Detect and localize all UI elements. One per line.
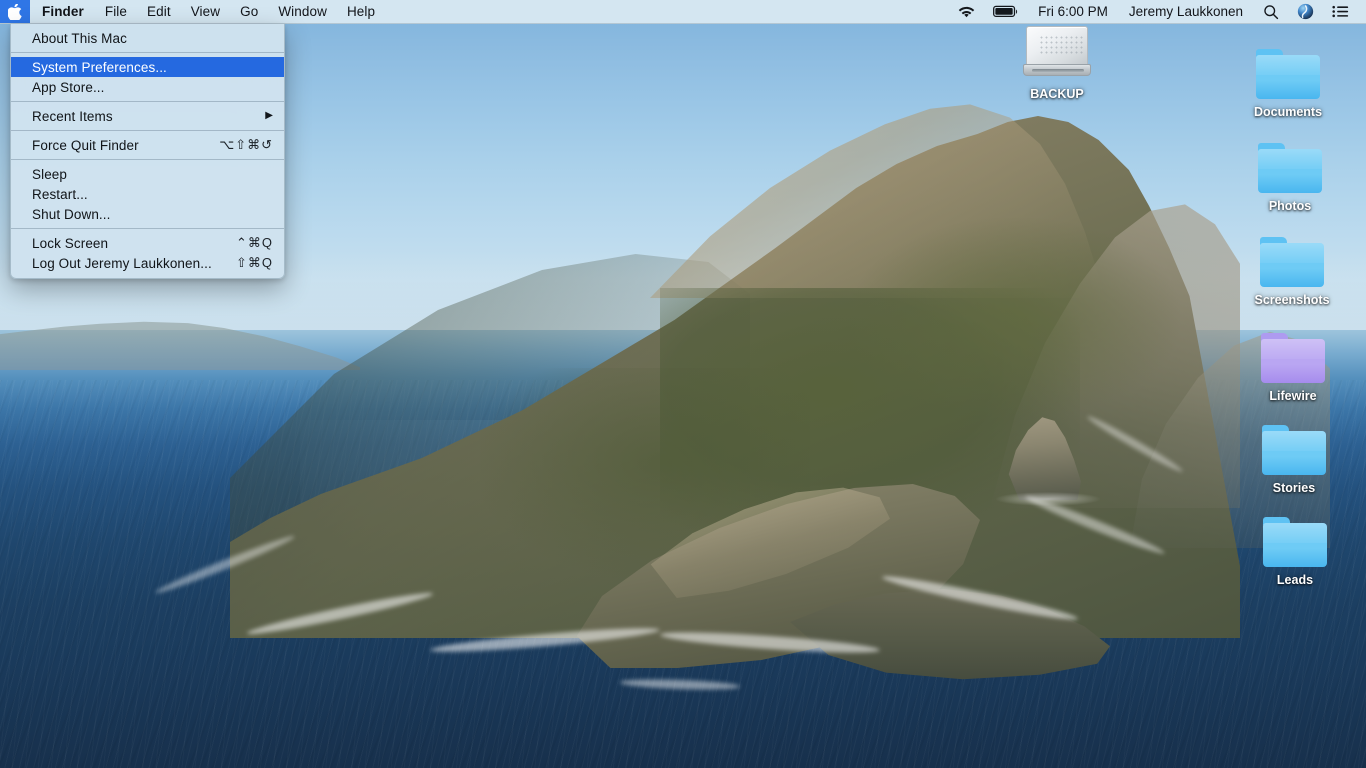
menu-bar-app-name[interactable]: Finder (30, 0, 95, 23)
menu-bar-item-edit[interactable]: Edit (137, 0, 181, 23)
menu-item-recent-items[interactable]: Recent Items ▶ (11, 106, 284, 126)
menu-item-label: Restart... (32, 186, 88, 202)
desktop-icon-label: BACKUP (1030, 87, 1084, 101)
folder-icon (1258, 142, 1322, 194)
menu-item-shut-down[interactable]: Shut Down... (11, 204, 284, 224)
search-icon[interactable] (1254, 0, 1288, 23)
menu-item-label: App Store... (32, 79, 105, 95)
menu-separator (11, 52, 284, 53)
desktop-icon-screenshots[interactable]: Screenshots (1240, 236, 1344, 307)
desktop-icon-label: Photos (1268, 199, 1312, 213)
folder-icon (1261, 332, 1325, 384)
desktop-icon-leads[interactable]: Leads (1243, 516, 1347, 587)
menu-item-label: Lock Screen (32, 235, 109, 251)
menu-item-sleep[interactable]: Sleep (11, 164, 284, 184)
menu-item-label: Shut Down... (32, 206, 111, 222)
desktop-icon-backup-drive[interactable]: BACKUP (1005, 24, 1109, 101)
menu-bar-clock[interactable]: Fri 6:00 PM (1028, 4, 1118, 19)
menu-item-force-quit-finder[interactable]: Force Quit Finder ⌥⇧⌘↺ (11, 135, 284, 155)
folder-icon (1262, 424, 1326, 476)
menu-item-shortcut: ⇧⌘Q (235, 255, 273, 270)
submenu-arrow-icon: ▶ (265, 110, 273, 121)
folder-icon (1260, 236, 1324, 288)
menu-item-label: Log Out Jeremy Laukkonen... (32, 255, 212, 271)
menu-item-shortcut: ⌃⌘Q (235, 235, 273, 250)
menu-item-label: Recent Items (32, 108, 113, 124)
menu-item-app-store[interactable]: App Store... (11, 77, 284, 97)
menu-item-label: System Preferences... (32, 59, 167, 75)
siri-icon[interactable] (1288, 0, 1323, 23)
wifi-icon[interactable] (949, 0, 984, 23)
menu-item-lock-screen[interactable]: Lock Screen ⌃⌘Q (11, 233, 284, 253)
desktop-screen: BACKUP Documents Photos Screenshots Life… (0, 0, 1366, 768)
battery-icon[interactable] (984, 0, 1028, 23)
folder-icon (1256, 48, 1320, 100)
menu-bar-status-area: Fri 6:00 PM Jeremy Laukkonen (949, 0, 1366, 23)
menu-item-system-preferences[interactable]: System Preferences... (11, 57, 284, 77)
desktop-icon-label: Documents (1253, 105, 1323, 119)
menu-bar-item-window[interactable]: Window (268, 0, 337, 23)
menu-separator (11, 228, 284, 229)
island-vegetation-b (850, 218, 1180, 418)
desktop-icon-stories[interactable]: Stories (1242, 424, 1346, 495)
menu-item-about-this-mac[interactable]: About This Mac (11, 28, 284, 48)
apple-logo-icon[interactable] (0, 0, 30, 23)
desktop-icon-lifewire[interactable]: Lifewire (1241, 332, 1345, 403)
menu-item-label: Force Quit Finder (32, 137, 139, 153)
desktop-icon-label: Screenshots (1254, 293, 1330, 307)
menu-bar-item-view[interactable]: View (181, 0, 230, 23)
menu-bar-left: Finder File Edit View Go Window Help (0, 0, 385, 23)
menu-item-label: About This Mac (32, 30, 127, 46)
menu-bar: Finder File Edit View Go Window Help Fri… (0, 0, 1366, 24)
menu-item-restart[interactable]: Restart... (11, 184, 284, 204)
menu-item-log-out[interactable]: Log Out Jeremy Laukkonen... ⇧⌘Q (11, 253, 284, 273)
menu-separator (11, 159, 284, 160)
control-center-icon[interactable] (1323, 0, 1358, 23)
menu-separator (11, 130, 284, 131)
menu-item-shortcut: ⌥⇧⌘↺ (219, 137, 273, 152)
folder-icon (1263, 516, 1327, 568)
menu-bar-item-file[interactable]: File (95, 0, 137, 23)
apple-menu-dropdown: About This Mac System Preferences... App… (10, 24, 285, 279)
hard-drive-icon (1021, 24, 1093, 82)
menu-separator (11, 101, 284, 102)
desktop-icon-label: Lifewire (1269, 389, 1317, 403)
desktop-icon-label: Leads (1276, 573, 1314, 587)
wallpaper-island (230, 38, 1330, 680)
desktop-icon-documents[interactable]: Documents (1236, 48, 1340, 119)
menu-bar-item-help[interactable]: Help (337, 0, 385, 23)
menu-bar-user-name[interactable]: Jeremy Laukkonen (1118, 4, 1254, 19)
desktop-icon-photos[interactable]: Photos (1238, 142, 1342, 213)
menu-item-label: Sleep (32, 166, 68, 182)
menu-bar-item-go[interactable]: Go (230, 0, 268, 23)
desktop-icon-label: Stories (1272, 481, 1316, 495)
